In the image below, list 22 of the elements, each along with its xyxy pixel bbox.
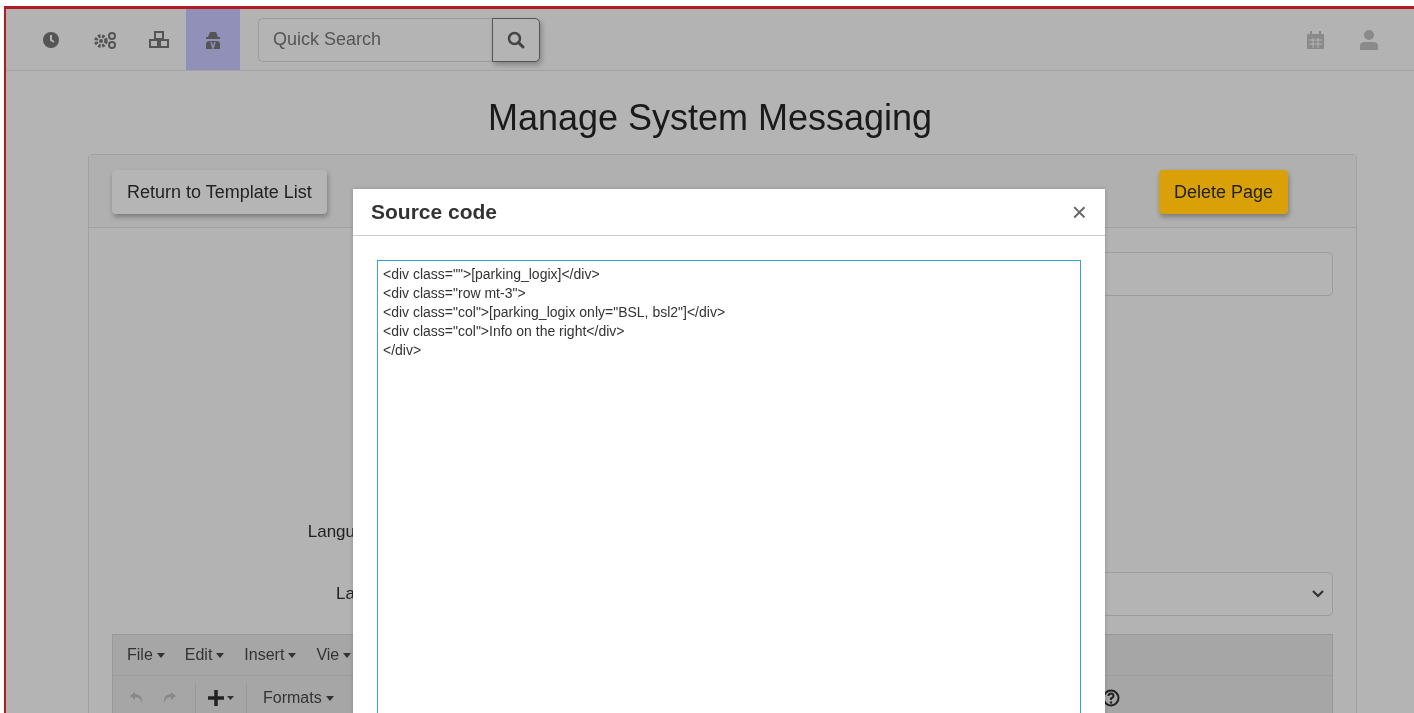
search-icon bbox=[507, 30, 525, 49]
delete-page-button[interactable]: Delete Page bbox=[1158, 170, 1288, 214]
caret-icon bbox=[343, 652, 352, 658]
menu-item[interactable]: Edit bbox=[174, 646, 235, 664]
menu-item[interactable]: File bbox=[117, 646, 175, 664]
help-icon[interactable] bbox=[1102, 689, 1120, 707]
menu-item[interactable]: Vie bbox=[306, 646, 362, 664]
chevron-icon bbox=[1312, 590, 1324, 598]
caret-icon bbox=[288, 652, 297, 658]
search-button[interactable] bbox=[492, 17, 540, 62]
menu-item[interactable]: Insert bbox=[234, 646, 307, 664]
formats-dropdown[interactable]: Formats bbox=[253, 689, 344, 707]
source-code-field[interactable]: <div class="">[parking_logix]</div> <div class="row mt-3"> <div class="col">[parking_logix only="BSL, bsl2"]</div> <div class="col">Info on the right</div> </div> bbox=[377, 260, 1081, 713]
dialog-title: Source code bbox=[371, 200, 498, 224]
close-button[interactable]: × bbox=[1067, 199, 1091, 225]
quick-search-field[interactable]: Quick Search bbox=[258, 17, 492, 62]
page-title: Manage System Messaging bbox=[486, 96, 934, 140]
return-button[interactable]: Return to Template List bbox=[112, 170, 327, 214]
caret-icon bbox=[325, 695, 334, 701]
spy-icon[interactable] bbox=[186, 9, 240, 70]
caret-icon bbox=[156, 652, 165, 658]
caret-icon bbox=[216, 652, 225, 658]
